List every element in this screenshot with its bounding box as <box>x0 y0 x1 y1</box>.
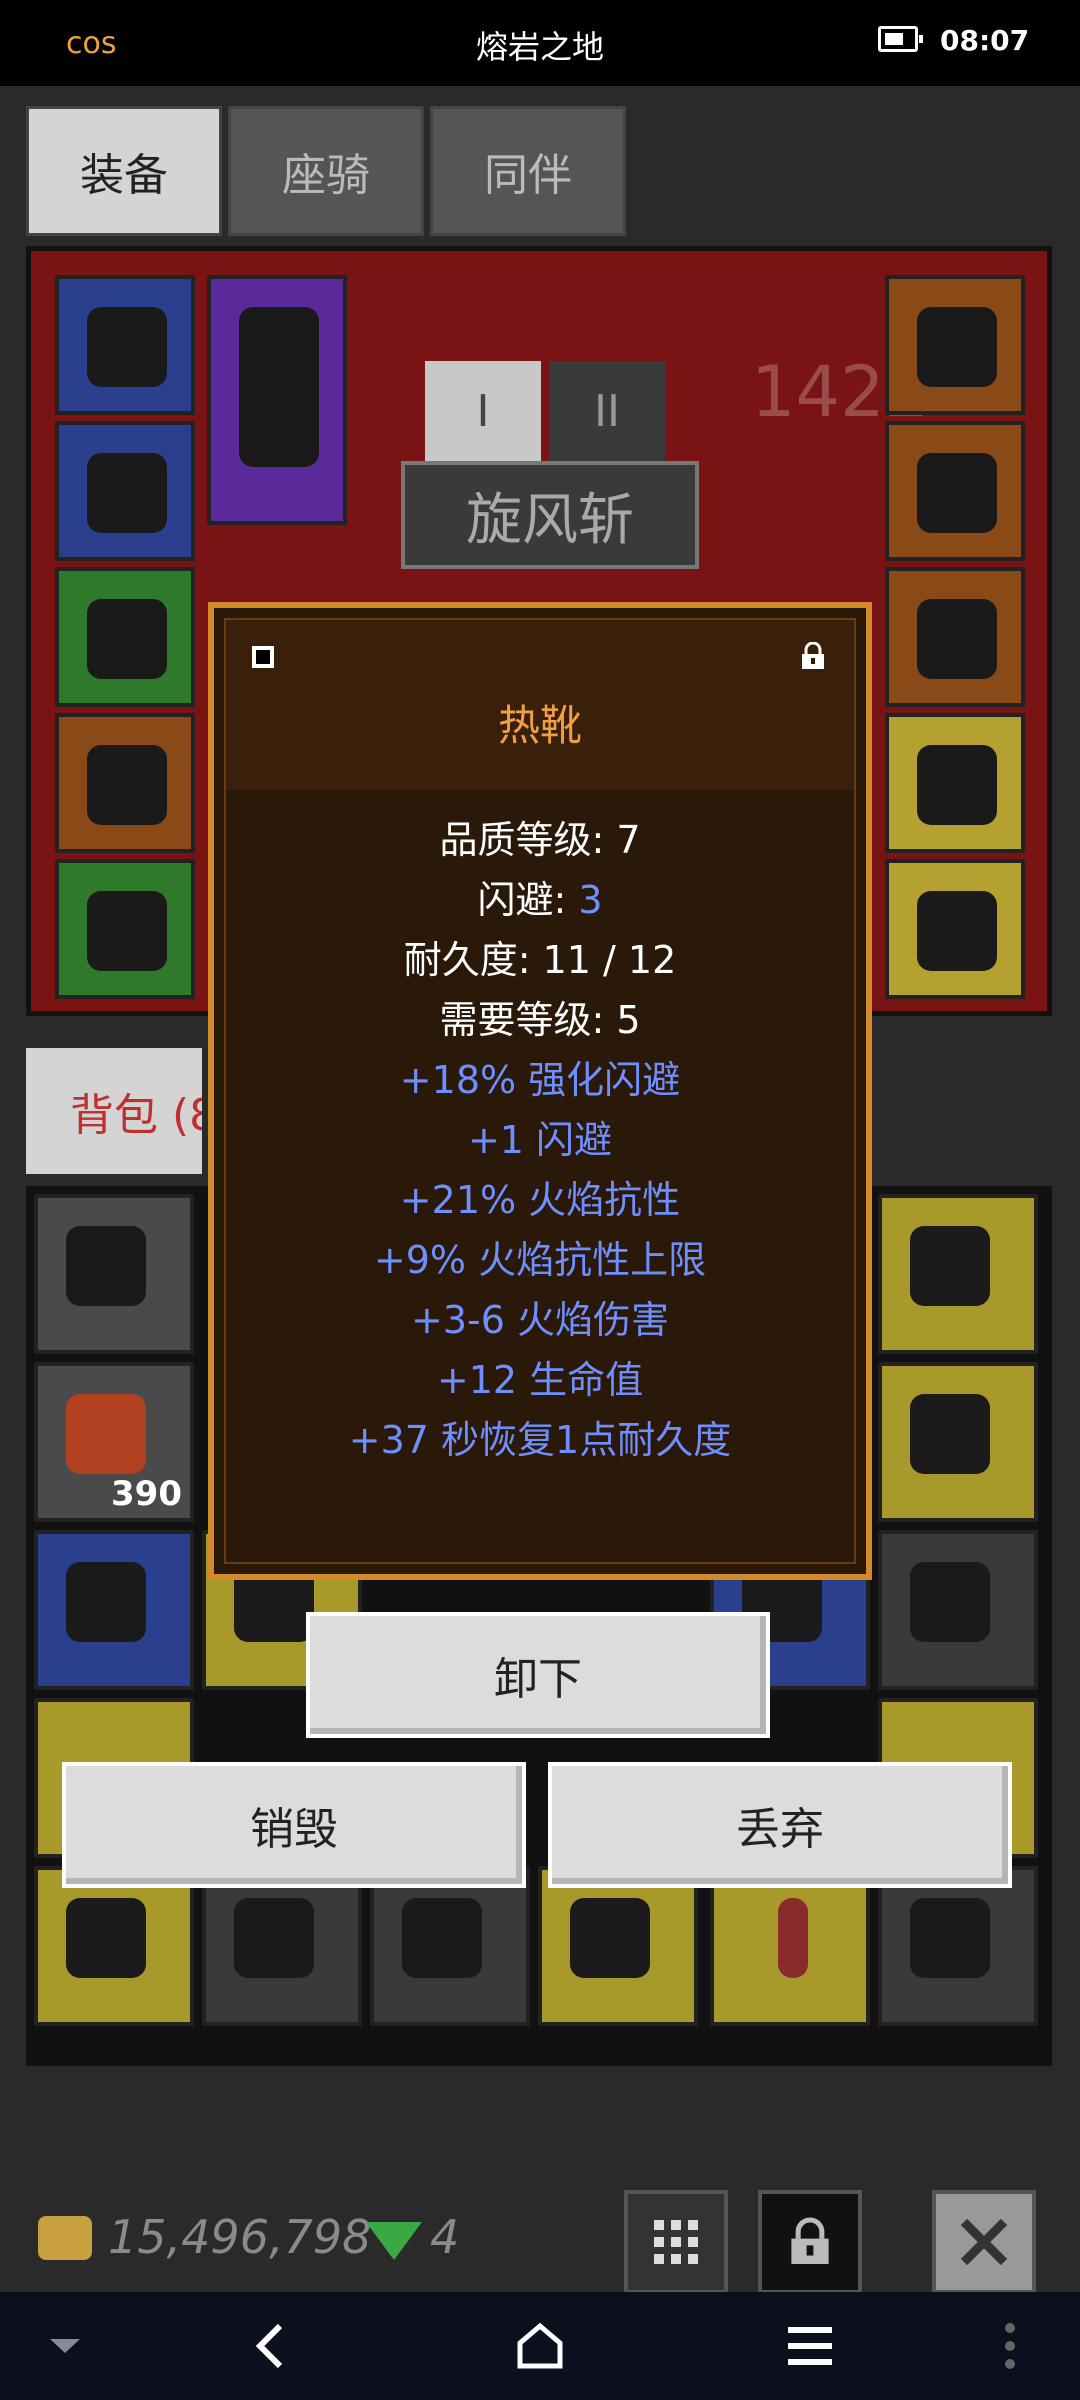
discard-button[interactable]: 丢弃 <box>548 1762 1012 1888</box>
game-area: 装备 座骑 同伴 1422 I II 旋风斩 背包 (8 390 <box>0 86 1080 2292</box>
tooltip-header: 热靴 <box>226 620 854 790</box>
item-stats: 品质等级: 7 闪避: 3 耐久度: 11 / 12 需要等级: 5 +18% … <box>226 810 854 1470</box>
grid-view-button[interactable] <box>624 2190 728 2292</box>
close-button[interactable] <box>932 2190 1036 2292</box>
skill-page-1-button[interactable]: I <box>425 361 541 461</box>
bag-slot[interactable] <box>34 1530 194 1690</box>
tab-backpack[interactable]: 背包 (8 <box>26 1048 202 1174</box>
durability: 耐久度: 11 / 12 <box>403 938 677 982</box>
item-stack-count: 390 <box>111 1474 182 1514</box>
equip-slot-weapon[interactable] <box>207 275 347 525</box>
equip-slot-ring-2[interactable] <box>885 567 1025 707</box>
mod-line: +21% 火焰抗性 <box>399 1178 681 1222</box>
dodge-stat: 闪避: 3 <box>477 878 603 922</box>
bag-slot[interactable] <box>202 1866 362 2026</box>
required-level: 需要等级: 5 <box>439 998 641 1042</box>
bag-slot[interactable] <box>34 1866 194 2026</box>
mod-line: +3-6 火焰伤害 <box>411 1298 669 1342</box>
window-title: 熔岩之地 <box>475 28 604 66</box>
status-time: 08:07 <box>940 24 1030 57</box>
equip-slot-ring-1[interactable] <box>885 421 1025 561</box>
menu-icon <box>788 2327 832 2365</box>
home-icon <box>517 2322 563 2369</box>
bag-slot[interactable] <box>878 1194 1038 1354</box>
more-vertical-icon <box>1005 2323 1015 2369</box>
battery-icon <box>878 26 923 52</box>
grid-icon <box>654 2220 698 2264</box>
bag-slot[interactable]: 390 <box>34 1362 194 1522</box>
tab-mount[interactable]: 座骑 <box>228 106 424 236</box>
select-square-icon[interactable] <box>252 646 274 668</box>
back-icon <box>255 2323 283 2369</box>
mod-line: +37 秒恢复1点耐久度 <box>348 1418 732 1462</box>
equip-slot-boots[interactable] <box>55 713 195 853</box>
bag-slot[interactable] <box>878 1362 1038 1522</box>
gem-icon <box>366 2222 422 2260</box>
unequip-button[interactable]: 卸下 <box>306 1612 770 1738</box>
tab-equipment[interactable]: 装备 <box>26 106 222 236</box>
bag-slot[interactable] <box>538 1866 698 2026</box>
equip-slot-armor[interactable] <box>55 421 195 561</box>
destroy-button[interactable]: 销毁 <box>62 1762 526 1888</box>
lock-icon[interactable] <box>800 642 826 670</box>
equip-slot-scroll[interactable] <box>885 713 1025 853</box>
chevron-down-icon <box>50 2339 80 2353</box>
bag-slot[interactable] <box>370 1866 530 2026</box>
skill-page-2-button[interactable]: II <box>549 361 665 461</box>
quality-level: 品质等级: 7 <box>439 818 641 862</box>
mod-line: +18% 强化闪避 <box>399 1058 681 1102</box>
nav-home-button[interactable] <box>500 2292 580 2400</box>
lock-button[interactable] <box>758 2190 862 2292</box>
equip-slot-gloves[interactable] <box>55 567 195 707</box>
bag-slot[interactable] <box>34 1194 194 1354</box>
nav-collapse-button[interactable] <box>30 2292 100 2400</box>
item-tooltip: 热靴 品质等级: 7 闪避: 3 耐久度: 11 / 12 需要等级: 5 +1… <box>208 602 872 1580</box>
gold-icon <box>38 2216 92 2260</box>
bag-slot[interactable] <box>878 1530 1038 1690</box>
close-icon <box>960 2218 1008 2266</box>
gold-amount: 15,496,798 <box>108 2210 372 2264</box>
lock-icon <box>791 2217 829 2264</box>
bag-slot[interactable] <box>878 1866 1038 2026</box>
equip-slot-helmet[interactable] <box>55 275 195 415</box>
tab-companion[interactable]: 同伴 <box>430 106 626 236</box>
item-name: 热靴 <box>497 701 582 750</box>
mod-line: +9% 火焰抗性上限 <box>373 1238 707 1282</box>
nav-more-button[interactable] <box>990 2292 1030 2400</box>
skill-whirlwind-button[interactable]: 旋风斩 <box>401 461 699 569</box>
equip-slot-pet[interactable] <box>885 859 1025 999</box>
gem-amount: 4 <box>430 2210 460 2264</box>
equip-slot-amulet[interactable] <box>885 275 1025 415</box>
equip-slot-belt[interactable] <box>55 859 195 999</box>
bag-slot[interactable] <box>710 1866 870 2026</box>
navigation-bar <box>0 2292 1080 2400</box>
nav-menu-button[interactable] <box>770 2292 850 2400</box>
mod-line: +1 闪避 <box>467 1118 613 1162</box>
mod-line: +12 生命值 <box>436 1358 644 1402</box>
nav-back-button[interactable] <box>230 2292 310 2400</box>
status-bar: cos 熔岩之地 08:07 <box>0 0 1080 86</box>
